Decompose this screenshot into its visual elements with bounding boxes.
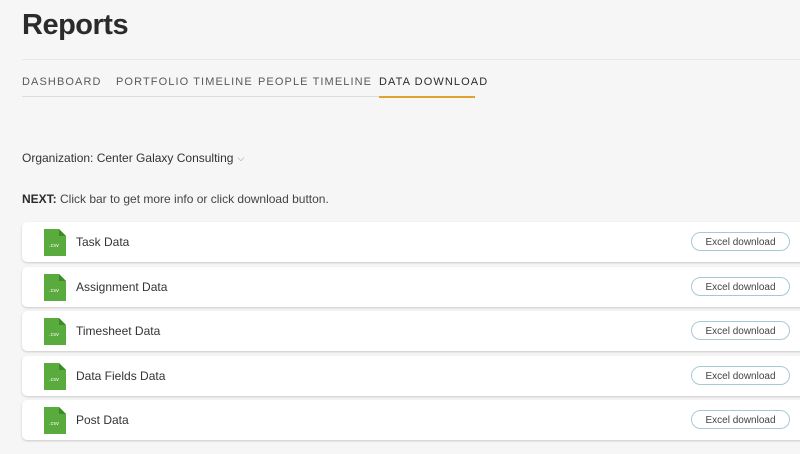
report-tabs: DASHBOARD PORTFOLIO TIMELINE PEOPLE TIME… <box>22 59 800 98</box>
data-row-task[interactable]: .csv Task Data Excel download <box>22 222 800 262</box>
excel-download-button[interactable]: Excel download <box>691 232 790 251</box>
csv-file-icon: .csv <box>44 407 66 435</box>
organization-selector[interactable]: Organization: Center Galaxy Consulting ⌵ <box>22 151 244 165</box>
data-download-list: .csv Task Data Excel download .csv Assig… <box>22 222 800 445</box>
csv-file-icon: .csv <box>44 362 66 390</box>
page-title: Reports <box>22 9 129 41</box>
csv-icon-text: .csv <box>49 421 59 427</box>
excel-download-button[interactable]: Excel download <box>691 365 790 385</box>
tab-data-download[interactable]: DATA DOWNLOAD <box>379 76 488 88</box>
data-row-assignment[interactable]: .csv Assignment Data Excel download <box>22 266 800 307</box>
row-label: Timesheet Data <box>76 324 161 339</box>
instruction-text: NEXT: Click bar to get more info or clic… <box>22 192 329 206</box>
csv-icon-text: .csv <box>49 377 59 383</box>
tab-people-timeline[interactable]: PEOPLE TIMELINE <box>258 76 372 88</box>
csv-icon-text: .csv <box>49 288 59 294</box>
csv-file-icon: .csv <box>44 318 66 346</box>
data-row-post[interactable]: .csv Post Data Excel download <box>22 400 800 441</box>
row-label: Post Data <box>76 413 129 428</box>
csv-file-icon: .csv <box>44 273 66 301</box>
csv-icon-text: .csv <box>49 243 59 249</box>
tab-dashboard[interactable]: DASHBOARD <box>22 76 102 88</box>
row-label: Data Fields Data <box>76 368 166 383</box>
excel-download-button[interactable]: Excel download <box>691 276 790 296</box>
data-row-data-fields[interactable]: .csv Data Fields Data Excel download <box>22 355 800 396</box>
instruction-prefix: NEXT: <box>22 192 57 206</box>
excel-download-button[interactable]: Excel download <box>691 321 790 341</box>
chevron-down-icon: ⌵ <box>237 153 245 163</box>
instruction-body: Click bar to get more info or click down… <box>56 192 329 206</box>
row-label: Assignment Data <box>76 279 168 294</box>
csv-icon-text: .csv <box>49 332 59 338</box>
data-row-timesheet[interactable]: .csv Timesheet Data Excel download <box>22 311 800 352</box>
active-tab-indicator <box>379 96 475 98</box>
organization-label: Organization: Center Galaxy Consulting <box>22 151 234 165</box>
csv-file-icon: .csv <box>44 229 66 256</box>
tab-portfolio-timeline[interactable]: PORTFOLIO TIMELINE <box>116 76 253 88</box>
row-label: Task Data <box>76 235 130 249</box>
excel-download-button[interactable]: Excel download <box>691 410 790 430</box>
